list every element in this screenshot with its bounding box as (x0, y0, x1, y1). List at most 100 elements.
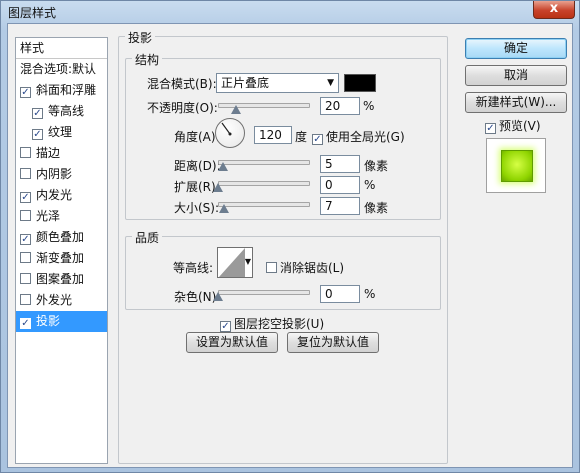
reset-default-button[interactable]: 复位为默认值 (287, 332, 379, 353)
preview-swatch (501, 150, 533, 182)
style-item[interactable]: 描边 (16, 143, 107, 164)
angle-indicator-icon (221, 122, 232, 136)
style-item-label: 投影 (36, 314, 61, 328)
check-icon[interactable] (20, 252, 31, 263)
anti-alias-checkbox[interactable]: 消除锯齿(L) (266, 259, 344, 276)
size-label: 大小(S): (174, 201, 220, 215)
blend-mode-value: 正片叠底 (221, 76, 270, 90)
angle-label: 角度(A): (174, 130, 220, 144)
check-icon[interactable] (20, 294, 31, 305)
style-preview (486, 138, 546, 193)
noise-field[interactable]: 0 (320, 285, 360, 303)
drop-shadow-title: 投影 (125, 29, 156, 46)
style-item-label: 混合选项:默认 (20, 62, 97, 76)
noise-slider-thumb[interactable] (213, 292, 224, 301)
check-icon[interactable]: ✓ (20, 234, 31, 245)
style-item[interactable]: ✓ 纹理 (16, 122, 107, 143)
style-item-label: 颜色叠加 (36, 230, 85, 244)
contour-label: 等高线: (173, 261, 214, 275)
blend-mode-select[interactable]: 正片叠底 ▼ (216, 73, 339, 93)
cancel-button[interactable]: 取消 (465, 65, 567, 86)
style-item-label: 斜面和浮雕 (36, 83, 97, 97)
check-icon[interactable]: ✓ (20, 318, 31, 329)
make-default-button[interactable]: 设置为默认值 (186, 332, 278, 353)
size-slider[interactable] (218, 202, 310, 207)
anti-alias-label: 消除锯齿(L) (280, 261, 345, 275)
spread-slider-thumb[interactable] (213, 183, 224, 192)
distance-slider-thumb[interactable] (217, 162, 229, 171)
style-item-label: 外发光 (36, 293, 73, 307)
dialog-client-area: 样式 混合选项:默认 ✓ 斜面和浮雕 ✓ 等高线 ✓ 纹理描边内阴影 ✓ 内发光光泽 ✓ 颜色叠加渐… (7, 23, 573, 468)
check-icon[interactable]: ✓ (32, 108, 43, 119)
global-light-label: 使用全局光(G) (326, 130, 405, 144)
style-item-label: 光泽 (36, 209, 61, 223)
style-item[interactable]: 内阴影 (16, 164, 107, 185)
size-field[interactable]: 7 (320, 197, 360, 215)
opacity-unit: % (363, 99, 375, 113)
size-unit: 像素 (364, 201, 389, 215)
check-icon[interactable] (20, 147, 31, 158)
distance-unit: 像素 (364, 159, 389, 173)
style-item[interactable]: ✓ 等高线 (16, 101, 107, 122)
layer-style-dialog: 图层样式 x 样式 混合选项:默认 ✓ 斜面和浮雕 ✓ 等高线 ✓ 纹理描边内阴影 ✓ 内发光光… (0, 0, 580, 473)
angle-unit: 度 (295, 130, 308, 144)
check-icon[interactable] (20, 210, 31, 221)
knockout-checkbox[interactable]: ✓ 图层挖空投影(U) (220, 315, 324, 332)
style-item-label: 纹理 (48, 125, 73, 139)
opacity-label: 不透明度(O): (147, 101, 218, 115)
opacity-slider-thumb[interactable] (231, 105, 242, 114)
style-item[interactable]: 外发光 (16, 290, 107, 311)
angle-field[interactable]: 120 (254, 126, 292, 144)
quality-title: 品质 (132, 229, 163, 246)
check-icon[interactable]: ✓ (32, 129, 43, 140)
spread-slider[interactable] (218, 181, 310, 186)
chevron-down-icon: ▼ (244, 257, 251, 266)
angle-dial[interactable] (215, 118, 245, 148)
new-style-button[interactable]: 新建样式(W)... (465, 92, 567, 113)
opacity-field[interactable]: 20 (320, 97, 360, 115)
style-item[interactable]: ✓ 斜面和浮雕 (16, 80, 107, 101)
style-item-label: 内发光 (36, 188, 73, 202)
noise-slider[interactable] (218, 290, 310, 295)
style-item-label: 等高线 (48, 104, 85, 118)
distance-field[interactable]: 5 (320, 155, 360, 173)
knockout-check-icon: ✓ (220, 321, 231, 332)
style-item-label: 图案叠加 (36, 272, 85, 286)
check-icon[interactable] (20, 273, 31, 284)
spread-field[interactable]: 0 (320, 176, 360, 194)
style-item[interactable]: 图案叠加 (16, 269, 107, 290)
style-item[interactable]: ✓ 颜色叠加 (16, 227, 107, 248)
spread-unit: % (364, 178, 376, 192)
contour-picker[interactable]: ▼ (217, 247, 253, 278)
style-item-label: 描边 (36, 146, 61, 160)
check-icon[interactable]: ✓ (20, 192, 31, 203)
distance-slider[interactable] (218, 160, 310, 165)
preview-check-icon: ✓ (485, 123, 496, 134)
window-title: 图层样式 (8, 6, 57, 20)
preview-label: 预览(V) (499, 119, 541, 133)
ok-button[interactable]: 确定 (465, 38, 567, 59)
contour-linear-icon (219, 248, 245, 277)
global-light-check-icon: ✓ (312, 134, 323, 145)
style-item[interactable]: ✓ 投影 (16, 311, 107, 332)
check-icon[interactable] (20, 168, 31, 179)
knockout-label: 图层挖空投影(U) (234, 317, 325, 331)
style-item[interactable]: 光泽 (16, 206, 107, 227)
distance-label: 距离(D): (174, 159, 221, 173)
close-button[interactable]: x (533, 1, 575, 19)
noise-unit: % (364, 287, 376, 301)
structure-title: 结构 (132, 51, 163, 68)
style-item[interactable]: 渐变叠加 (16, 248, 107, 269)
style-item-label: 内阴影 (36, 167, 73, 181)
check-icon[interactable]: ✓ (20, 87, 31, 98)
styles-header[interactable]: 样式 (16, 38, 107, 59)
style-item[interactable]: 混合选项:默认 (16, 59, 107, 80)
style-item[interactable]: ✓ 内发光 (16, 185, 107, 206)
size-slider-thumb[interactable] (219, 204, 230, 213)
global-light-checkbox[interactable]: ✓ 使用全局光(G) (312, 128, 405, 145)
shadow-color-swatch[interactable] (344, 74, 376, 92)
anti-alias-check-icon (266, 262, 277, 273)
preview-checkbox[interactable]: ✓ 预览(V) (485, 117, 541, 134)
title-bar[interactable]: 图层样式 x (1, 1, 579, 23)
chevron-down-icon: ▼ (327, 78, 334, 88)
